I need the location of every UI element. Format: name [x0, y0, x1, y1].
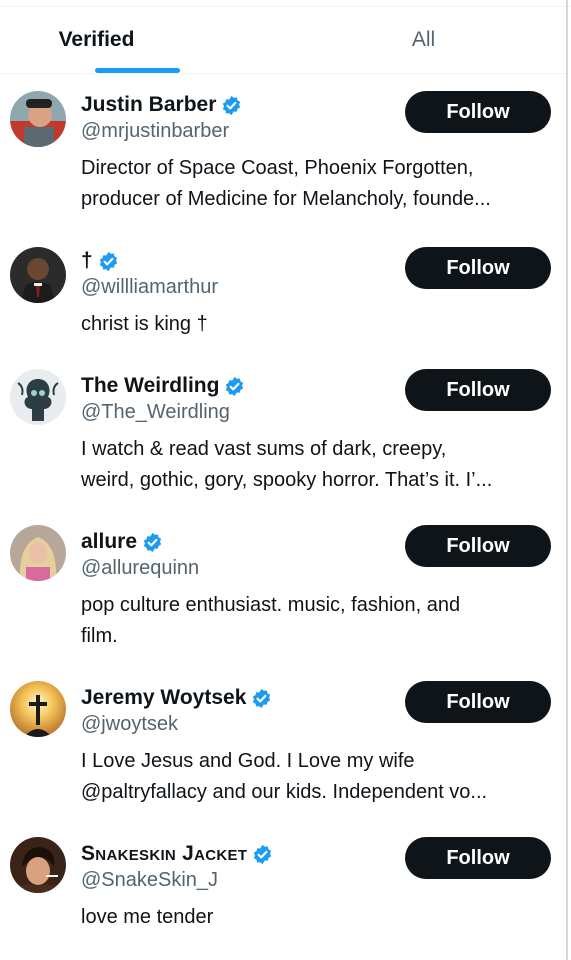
bio-line: producer of Medicine for Melancholy, fou… — [81, 188, 491, 210]
bio-line: pop culture enthusiast. music, fashion, … — [81, 594, 461, 616]
bio-line: I Love Jesus and God. I Love my wife — [81, 750, 415, 772]
user-handle[interactable]: @allurequinn — [81, 557, 199, 580]
user-name: † — [81, 249, 93, 272]
user-bio: love me tender — [81, 902, 551, 933]
user-handle[interactable]: @SnakeSkin_J — [81, 869, 218, 892]
user-handle[interactable]: @jwoytsek — [81, 713, 178, 736]
avatar[interactable] — [10, 369, 66, 425]
user-name-line: Snakeskin Jacket — [81, 840, 273, 868]
user-name: Justin Barber — [81, 93, 217, 116]
bio-line: film. — [81, 625, 118, 647]
verified-badge-icon — [99, 251, 117, 271]
tab-bar: Verified All — [0, 7, 566, 74]
user-name-line: The Weirdling — [81, 372, 245, 400]
user-handle[interactable]: @willliamarthur — [81, 276, 218, 299]
tab-verified[interactable]: Verified — [0, 7, 238, 73]
follow-button[interactable]: Follow — [405, 681, 551, 723]
tab-all[interactable]: All — [282, 7, 565, 73]
user-name: Snakeskin Jacket — [81, 842, 248, 865]
bio-line: christ is king † — [81, 313, 208, 335]
user-handle[interactable]: @mrjustinbarber — [81, 120, 229, 143]
follow-button[interactable]: Follow — [405, 369, 551, 411]
avatar[interactable] — [10, 91, 66, 147]
user-name: allure — [81, 530, 138, 553]
bio-line: Director of Space Coast, Phoenix Forgott… — [81, 157, 474, 179]
user-bio: christ is king † — [81, 309, 551, 340]
user-name: Jeremy Woytsek — [81, 686, 247, 709]
follow-button[interactable]: Follow — [405, 525, 551, 567]
bio-line: @paltryfallacy and our kids. Independent… — [81, 781, 488, 803]
avatar[interactable] — [10, 837, 66, 893]
user-name-line: Justin Barber — [81, 91, 242, 119]
active-tab-indicator — [95, 68, 180, 73]
avatar[interactable] — [10, 681, 66, 737]
follow-button[interactable]: Follow — [405, 247, 551, 289]
verified-badge-icon — [254, 844, 272, 864]
user-handle[interactable]: @The_Weirdling — [81, 401, 230, 424]
follow-button[interactable]: Follow — [405, 91, 551, 133]
user-name-line: Jeremy Woytsek — [81, 684, 272, 712]
user-bio: I Love Jesus and God. I Love my wife @pa… — [81, 746, 551, 808]
user-name-line: allure — [81, 528, 163, 556]
avatar[interactable] — [10, 525, 66, 581]
avatar[interactable] — [10, 247, 66, 303]
verified-badge-icon — [253, 688, 271, 708]
verified-badge-icon — [223, 95, 241, 115]
user-name-line: † — [81, 247, 119, 275]
user-bio: I watch & read vast sums of dark, creepy… — [81, 434, 551, 496]
scrollbar-edge — [566, 0, 568, 960]
verified-badge-icon — [143, 532, 162, 552]
bio-line: love me tender — [81, 906, 214, 928]
user-bio: Director of Space Coast, Phoenix Forgott… — [81, 153, 551, 215]
user-name: The Weirdling — [81, 374, 220, 397]
bio-line: weird, gothic, gory, spooky horror. That… — [81, 469, 493, 491]
follow-button[interactable]: Follow — [405, 837, 551, 879]
user-bio: pop culture enthusiast. music, fashion, … — [81, 590, 551, 652]
bio-line: I watch & read vast sums of dark, creepy… — [81, 438, 447, 460]
verified-badge-icon — [226, 376, 244, 396]
